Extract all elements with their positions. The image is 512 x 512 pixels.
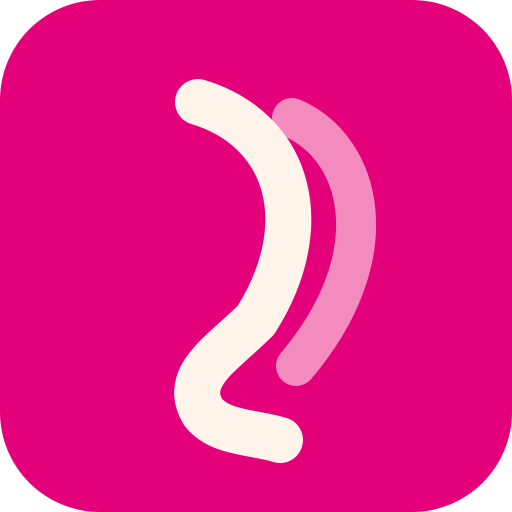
app-icon [0,0,512,512]
